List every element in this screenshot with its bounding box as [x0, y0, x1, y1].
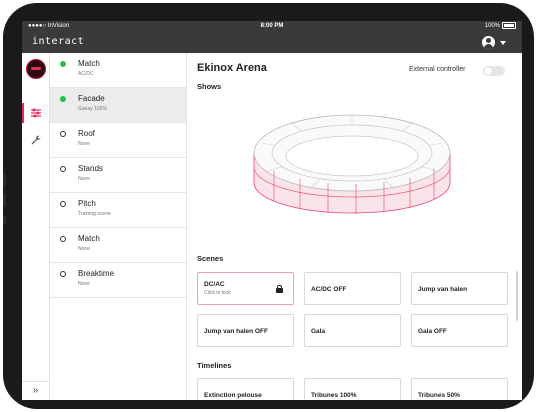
list-item[interactable]: Match None	[50, 228, 186, 263]
scrollbar[interactable]	[516, 271, 518, 321]
wrench-icon	[30, 134, 42, 150]
timelines-heading: Timelines	[197, 361, 232, 370]
list-item-sub: Training scene	[78, 211, 111, 217]
page-title: Ekinox Arena	[197, 62, 267, 74]
scene-card-title: Jump van halen	[418, 286, 468, 293]
scene-card[interactable]: DC/AC Click to lock	[197, 272, 294, 305]
scene-card[interactable]: Gala OFF	[411, 314, 508, 347]
nav-rail: »	[22, 53, 50, 400]
list-item-sub: None	[78, 246, 90, 252]
scene-card-hint: Click to lock	[204, 290, 231, 296]
scene-card-title: Gala	[311, 328, 326, 335]
shows-heading: Shows	[197, 82, 222, 91]
status-dot	[60, 61, 66, 67]
rail-item-settings[interactable]	[22, 130, 49, 150]
battery-text: 100%	[484, 23, 500, 29]
scene-card-title: Jump van halen OFF	[204, 328, 268, 335]
status-dot	[60, 201, 66, 207]
list-item[interactable]: Facade Ganay 100%	[50, 88, 186, 123]
venue-logo[interactable]	[26, 59, 46, 79]
lock-icon[interactable]	[276, 285, 283, 293]
mute-switch	[3, 215, 6, 225]
timeline-card-title: Tribunes 100%	[311, 392, 357, 399]
stadium-diagram	[253, 114, 451, 214]
list-item-sub: Ganay 100%	[78, 106, 107, 112]
list-item[interactable]: Pitch Training scene	[50, 193, 186, 228]
tablet-frame: ●●●●○ InVision 8:00 PM 100% interact » M…	[3, 3, 534, 409]
timeline-card[interactable]: Tribunes 100%	[304, 378, 401, 400]
list-item-name: Pitch	[78, 199, 96, 208]
app-brand: interact	[32, 36, 85, 47]
list-item-name: Match	[78, 234, 100, 243]
list-item-name: Facade	[78, 94, 105, 103]
battery-icon	[502, 21, 516, 29]
timeline-card[interactable]: Extinction pelouse	[197, 378, 294, 400]
timeline-card-title: Tribunes 50%	[418, 392, 460, 399]
timeline-card[interactable]: Tribunes 50%	[411, 378, 508, 400]
list-item-sub: None	[78, 176, 90, 182]
list-item-sub: None	[78, 281, 90, 287]
scene-card-title: AC/DC OFF	[311, 286, 347, 293]
external-controller-toggle[interactable]	[483, 66, 505, 76]
status-dot	[60, 131, 66, 137]
scene-card[interactable]: Jump van halen	[411, 272, 508, 305]
list-item-sub: AC/DC	[78, 71, 94, 77]
scene-card-title: DC/AC	[204, 281, 225, 288]
app-header: interact	[22, 32, 522, 53]
scene-card[interactable]: Jump van halen OFF	[197, 314, 294, 347]
timeline-card-title: Extinction pelouse	[204, 392, 262, 399]
main-panel: Ekinox Arena External controller Shows S…	[187, 53, 522, 400]
scene-card[interactable]: AC/DC OFF	[304, 272, 401, 305]
list-item-name: Roof	[78, 129, 95, 138]
status-dot	[60, 271, 66, 277]
chevron-down-icon	[500, 41, 506, 45]
screen: ●●●●○ InVision 8:00 PM 100% interact » M…	[22, 21, 522, 400]
volume-button	[3, 193, 6, 207]
status-dot	[60, 96, 66, 102]
scene-list: Match AC/DC Facade Ganay 100% Roof None …	[50, 53, 187, 400]
volume-button	[3, 173, 6, 187]
rail-item-controls[interactable]	[22, 103, 49, 123]
scene-card-title: Gala OFF	[418, 328, 447, 335]
expand-rail-button[interactable]: »	[22, 381, 49, 400]
external-controller-label: External controller	[409, 66, 466, 73]
status-bar: ●●●●○ InVision 8:00 PM 100%	[22, 21, 522, 32]
sliders-icon	[30, 107, 42, 123]
list-item-sub: None	[78, 141, 90, 147]
status-dot	[60, 236, 66, 242]
list-item-name: Match	[78, 59, 100, 68]
list-item[interactable]: Stands None	[50, 158, 186, 193]
user-menu-button[interactable]	[482, 35, 512, 50]
user-icon	[482, 36, 495, 49]
list-item[interactable]: Match AC/DC	[50, 53, 186, 88]
scenes-heading: Scenes	[197, 254, 224, 263]
list-item-name: Breaktime	[78, 269, 115, 278]
status-time: 8:00 PM	[260, 23, 284, 29]
list-item[interactable]: Roof None	[50, 123, 186, 158]
status-dot	[60, 166, 66, 172]
scene-card[interactable]: Gala	[304, 314, 401, 347]
list-item-name: Stands	[78, 164, 103, 173]
battery-indicator: 100%	[485, 21, 516, 32]
list-item[interactable]: Breaktime None	[50, 263, 186, 298]
